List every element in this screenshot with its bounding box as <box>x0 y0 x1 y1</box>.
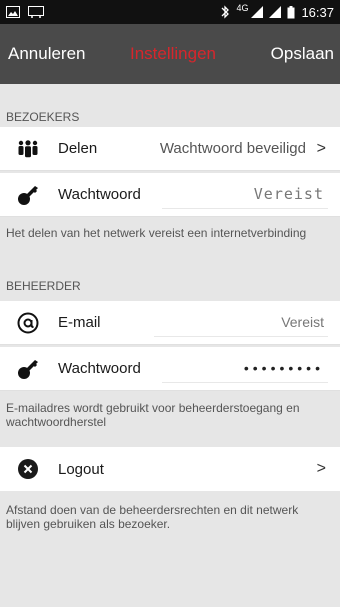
image-notification-icon <box>6 6 20 18</box>
visitors-note: Het delen van het netwerk vereist een in… <box>6 226 307 240</box>
cancel-button[interactable]: Annuleren <box>8 44 86 64</box>
visitor-password-row: Wachtwoord Vereist <box>0 173 340 217</box>
clock: 16:37 <box>301 4 334 20</box>
status-bar: 4G 16:37 <box>0 0 340 24</box>
share-value: Wachtwoord beveiligd <box>159 140 306 157</box>
key-icon <box>16 357 40 381</box>
visitor-password-label: Wachtwoord <box>58 186 141 203</box>
share-label: Delen <box>58 140 98 157</box>
email-row: E-mail Vereist <box>0 301 340 345</box>
network-type: 4G <box>236 3 249 13</box>
key-icon <box>16 183 40 207</box>
admin-password-label: Wachtwoord <box>58 360 141 377</box>
share-row[interactable]: Delen Wachtwoord beveiligd > <box>0 127 340 171</box>
cast-notification-icon <box>28 6 44 18</box>
visitor-password-field[interactable]: Vereist <box>162 181 328 209</box>
signal-icon <box>251 6 264 18</box>
admin-password-value: ••••••••• <box>243 360 324 376</box>
section-header-visitors: BEZOEKERS <box>6 110 80 124</box>
at-icon <box>16 311 40 335</box>
battery-icon <box>287 5 295 19</box>
close-circle-icon <box>16 457 40 481</box>
section-header-admin: BEHEERDER <box>6 279 81 293</box>
save-button[interactable]: Opslaan <box>271 44 334 64</box>
email-field[interactable]: Vereist <box>154 309 328 337</box>
email-label: E-mail <box>58 314 101 331</box>
logout-row[interactable]: Logout > <box>0 447 340 491</box>
visitor-password-placeholder: Vereist <box>253 185 324 203</box>
people-icon <box>16 137 40 161</box>
logout-label: Logout <box>58 460 104 478</box>
app-bar: Annuleren Instellingen Opslaan <box>0 24 340 84</box>
page-title: Instellingen <box>130 44 217 63</box>
signal-icon-2 <box>269 6 282 18</box>
admin-note: E-mailadres wordt gebruikt voor beheerde… <box>6 401 300 429</box>
email-placeholder: Vereist <box>281 314 324 330</box>
logout-note: Afstand doen van de beheerdersrechten en… <box>6 503 299 531</box>
chevron-right-icon: > <box>316 139 326 157</box>
admin-password-row: Wachtwoord ••••••••• <box>0 347 340 391</box>
admin-password-field[interactable]: ••••••••• <box>162 355 328 383</box>
chevron-right-icon: > <box>316 460 326 477</box>
bluetooth-icon <box>220 5 230 19</box>
